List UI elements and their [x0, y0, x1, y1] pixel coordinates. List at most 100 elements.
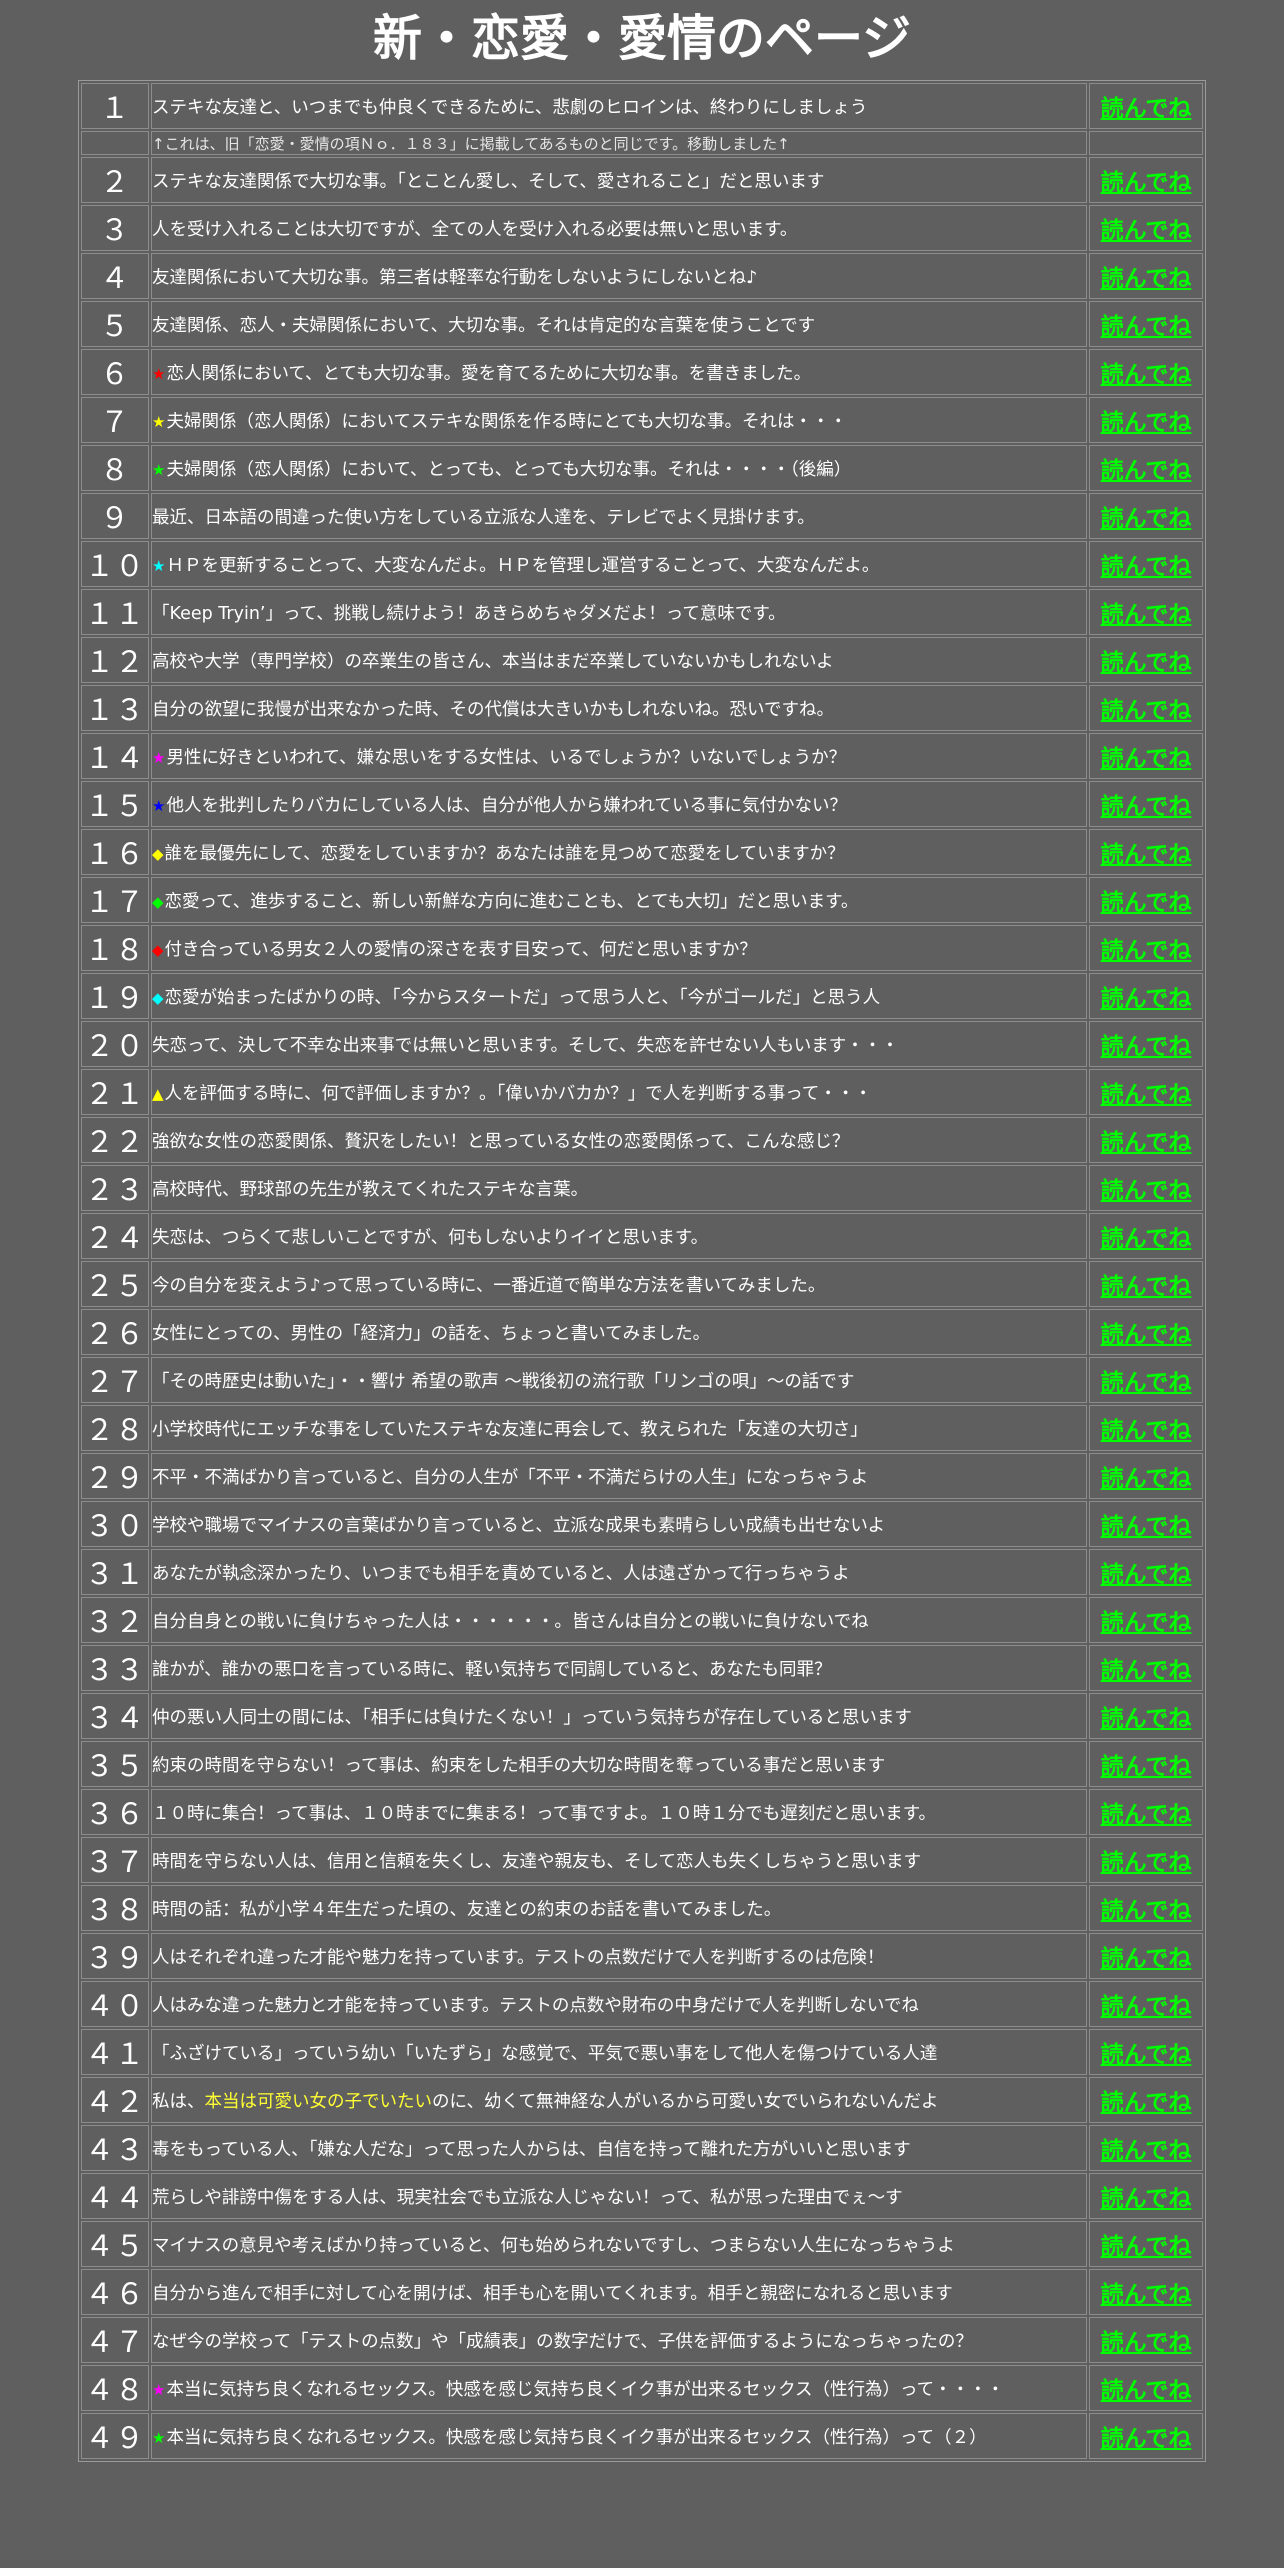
read-link[interactable]: 読んでね	[1101, 1802, 1192, 1828]
table-row: ４１ 「ふざけている」っていう幼い「いたずら」な感覚で、平気で悪い事をして他人を傷…	[81, 2029, 1203, 2075]
read-link[interactable]: 読んでね	[1101, 1514, 1192, 1540]
item-number: ２４	[81, 1213, 149, 1259]
read-link[interactable]: 読んでね	[1101, 506, 1192, 532]
table-row: ２０ 失恋って、決して不幸な出来事では無いと思います。そして、失恋を許せない人もい…	[81, 1021, 1203, 1067]
read-link[interactable]: 読んでね	[1101, 2138, 1192, 2164]
yellow-star-icon: ★	[152, 412, 166, 431]
read-link[interactable]: 読んでね	[1101, 1034, 1192, 1060]
read-link-cell: 読んでね	[1089, 1021, 1203, 1067]
item-title: 「その時歴史は動いた」・・響け 希望の歌声 ～戦後初の流行歌「リンゴの唄」～の話…	[151, 1357, 1087, 1403]
read-link[interactable]: 読んでね	[1101, 2234, 1192, 2260]
table-row: ２ ステキな友達関係で大切な事。「とことん愛し、そして、愛されること」だと思います…	[81, 157, 1203, 203]
read-link[interactable]: 読んでね	[1101, 218, 1192, 244]
read-link[interactable]: 読んでね	[1101, 170, 1192, 196]
read-link[interactable]: 読んでね	[1101, 746, 1192, 772]
red-diamond-icon: ◆	[152, 940, 164, 959]
table-row: １ ステキな友達と、いつまでも仲良くできるために、悲劇のヒロインは、終わりにしまし…	[81, 83, 1203, 129]
item-title: 時間を守らない人は、信用と信頼を失くし、友達や親友も、そして恋人も失くしちゃうと…	[151, 1837, 1087, 1883]
item-title-text: 強欲な女性の恋愛関係、贅沢をしたい！と思っている女性の恋愛関係って、こんな感じ？	[152, 1131, 850, 1152]
item-number: １	[81, 83, 149, 129]
item-title: ★恋人関係において、とても大切な事。愛を育てるために大切な事。を書きました。	[151, 349, 1087, 395]
item-title: ★夫婦関係（恋人関係）においてステキな関係を作る時にとても大切な事。それは・・・	[151, 397, 1087, 443]
read-link[interactable]: 読んでね	[1101, 2426, 1192, 2452]
table-row: ２２ 強欲な女性の恋愛関係、贅沢をしたい！と思っている女性の恋愛関係って、こんな感…	[81, 1117, 1203, 1163]
read-link[interactable]: 読んでね	[1101, 1322, 1192, 1348]
read-link[interactable]: 読んでね	[1101, 554, 1192, 580]
read-link-cell: 読んでね	[1089, 397, 1203, 443]
read-link[interactable]: 読んでね	[1101, 1562, 1192, 1588]
read-link[interactable]: 読んでね	[1101, 1754, 1192, 1780]
read-link-cell: 読んでね	[1089, 2317, 1203, 2363]
read-link[interactable]: 読んでね	[1101, 698, 1192, 724]
article-list-body: １ ステキな友達と、いつまでも仲良くできるために、悲劇のヒロインは、終わりにしまし…	[81, 83, 1203, 2459]
table-row: ３１ あなたが執念深かったり、いつまでも相手を責めていると、人は遠ざかって行っちゃ…	[81, 1549, 1203, 1595]
item-title-text: 自分の欲望に我慢が出来なかった時、その代償は大きいかもしれないね。恐いですね。	[152, 699, 834, 720]
read-link-cell: 読んでね	[1089, 1069, 1203, 1115]
read-link-cell: 読んでね	[1089, 1309, 1203, 1355]
read-link-cell: 読んでね	[1089, 2269, 1203, 2315]
item-title-text: なぜ今の学校って「テストの点数」や「成績表」の数字だけで、子供を評価するようにな…	[152, 2331, 973, 2352]
read-link-cell: 読んでね	[1089, 733, 1203, 779]
table-row: ２９ 不平・不満ばかり言っていると、自分の人生が「不平・不満だらけの人生」になっち…	[81, 1453, 1203, 1499]
read-link[interactable]: 読んでね	[1101, 1130, 1192, 1156]
read-link-cell: 読んでね	[1089, 2365, 1203, 2411]
read-link[interactable]: 読んでね	[1101, 458, 1192, 484]
read-link-cell: 読んでね	[1089, 1837, 1203, 1883]
read-link-cell: 読んでね	[1089, 301, 1203, 347]
table-row: ３９ 人はそれぞれ違った才能や魅力を持っています。テストの点数だけで人を判断するの…	[81, 1933, 1203, 1979]
item-title-text: 本当に気持ち良くなれるセックス。快感を感じ気持ち良くイク事が出来るセックス（性行…	[166, 2427, 987, 2448]
item-number: １７	[81, 877, 149, 923]
read-link[interactable]: 読んでね	[1101, 602, 1192, 628]
read-link[interactable]: 読んでね	[1101, 362, 1192, 388]
item-title: 「ふざけている」っていう幼い「いたずら」な感覚で、平気で悪い事をして他人を傷つけ…	[151, 2029, 1087, 2075]
read-link[interactable]: 読んでね	[1101, 1898, 1192, 1924]
read-link[interactable]: 読んでね	[1101, 2186, 1192, 2212]
table-row: ８ ★夫婦関係（恋人関係）において、とっても、とっても大切な事。それは・・・・（後…	[81, 445, 1203, 491]
read-link[interactable]: 読んでね	[1101, 410, 1192, 436]
read-link[interactable]: 読んでね	[1101, 2090, 1192, 2116]
read-link-cell: 読んでね	[1089, 685, 1203, 731]
read-link[interactable]: 読んでね	[1101, 266, 1192, 292]
read-link[interactable]: 読んでね	[1101, 1850, 1192, 1876]
read-link[interactable]: 読んでね	[1101, 1946, 1192, 1972]
read-link[interactable]: 読んでね	[1101, 1466, 1192, 1492]
table-row: ４２ 私は、本当は可愛い女の子でいたいのに、幼くて無神経な人がいるから可愛い女でい…	[81, 2077, 1203, 2123]
read-link[interactable]: 読んでね	[1101, 1370, 1192, 1396]
item-title: 失恋は、つらくて悲しいことですが、何もしないよりイイと思います。	[151, 1213, 1087, 1259]
read-link[interactable]: 読んでね	[1101, 1610, 1192, 1636]
item-title: ▲人を評価する時に、何で評価しますか？。「偉いかバカか？」で人を判断する事って・…	[151, 1069, 1087, 1115]
read-link[interactable]: 読んでね	[1101, 314, 1192, 340]
read-link[interactable]: 読んでね	[1101, 1994, 1192, 2020]
read-link[interactable]: 読んでね	[1101, 890, 1192, 916]
read-link[interactable]: 読んでね	[1101, 1082, 1192, 1108]
yellow-diamond-icon: ◆	[152, 844, 164, 863]
read-link[interactable]: 読んでね	[1101, 842, 1192, 868]
item-title: 自分の欲望に我慢が出来なかった時、その代償は大きいかもしれないね。恐いですね。	[151, 685, 1087, 731]
item-title: ステキな友達と、いつまでも仲良くできるために、悲劇のヒロインは、終わりにしましょ…	[151, 83, 1087, 129]
read-link[interactable]: 読んでね	[1101, 938, 1192, 964]
item-title-text: 夫婦関係（恋人関係）において、とっても、とっても大切な事。それは・・・・（後編）	[166, 459, 852, 480]
read-link[interactable]: 読んでね	[1101, 986, 1192, 1012]
read-link-cell: 読んでね	[1089, 1789, 1203, 1835]
read-link[interactable]: 読んでね	[1101, 2378, 1192, 2404]
item-title-text: 仲の悪い人同士の間には、「相手には負けたくない！」っていう気持ちが存在していると…	[152, 1707, 912, 1728]
read-link[interactable]: 読んでね	[1101, 1706, 1192, 1732]
read-link[interactable]: 読んでね	[1101, 1658, 1192, 1684]
read-link[interactable]: 読んでね	[1101, 650, 1192, 676]
read-link[interactable]: 読んでね	[1101, 1418, 1192, 1444]
read-link[interactable]: 読んでね	[1101, 1274, 1192, 1300]
item-number: ２１	[81, 1069, 149, 1115]
read-link[interactable]: 読んでね	[1101, 2330, 1192, 2356]
item-number: ４０	[81, 1981, 149, 2027]
table-row: ６ ★恋人関係において、とても大切な事。愛を育てるために大切な事。を書きました。読…	[81, 349, 1203, 395]
read-link-cell: 読んでね	[1089, 445, 1203, 491]
read-link[interactable]: 読んでね	[1101, 794, 1192, 820]
read-link[interactable]: 読んでね	[1101, 2042, 1192, 2068]
read-link[interactable]: 読んでね	[1101, 96, 1192, 122]
read-link[interactable]: 読んでね	[1101, 1226, 1192, 1252]
item-number: ８	[81, 445, 149, 491]
read-link[interactable]: 読んでね	[1101, 2282, 1192, 2308]
item-title: ★本当に気持ち良くなれるセックス。快感を感じ気持ち良くイク事が出来るセックス（性…	[151, 2413, 1087, 2459]
item-title-text: 時間の話：私が小学４年生だった頃の、友達との約束のお話を書いてみました。	[152, 1899, 782, 1920]
read-link[interactable]: 読んでね	[1101, 1178, 1192, 1204]
